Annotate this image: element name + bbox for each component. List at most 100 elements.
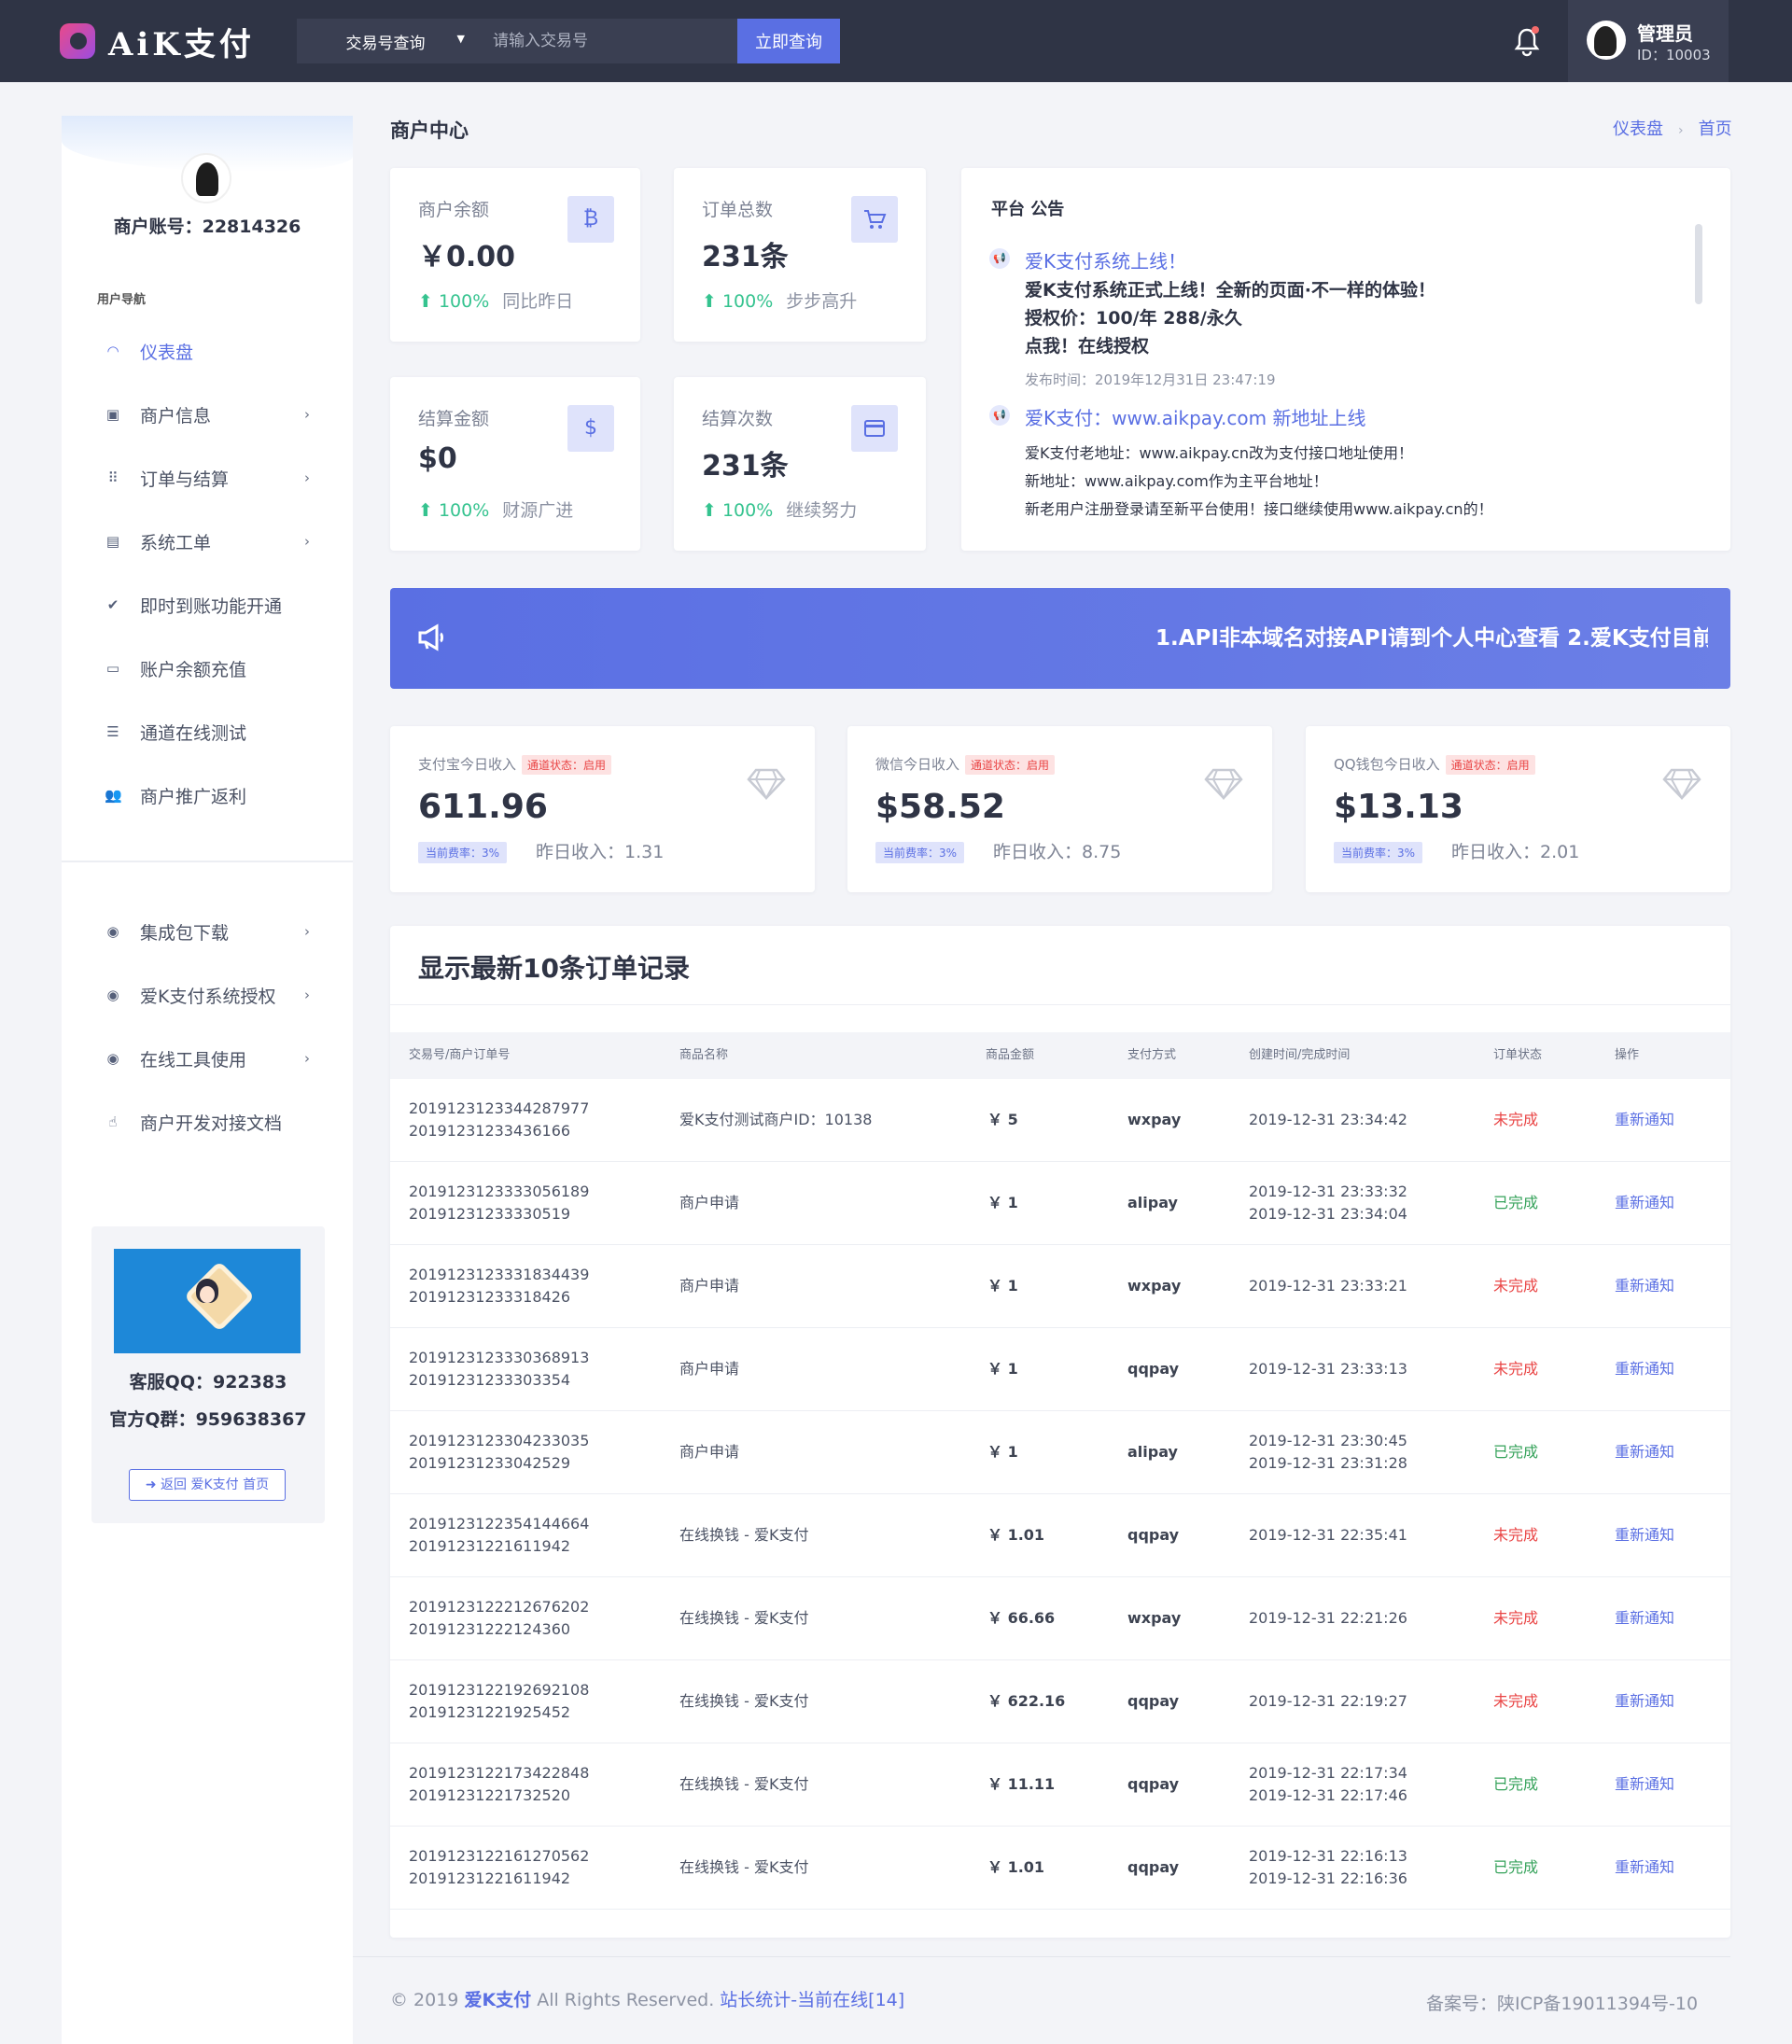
logo-text: AiK支付 bbox=[108, 25, 255, 63]
column-header-amount: 商品金额 bbox=[986, 1048, 1035, 1062]
channel-status-badge: 通道状态：启用 bbox=[965, 755, 1056, 775]
stat-note: 步步高升 bbox=[786, 291, 858, 312]
renotify-link[interactable]: 重新通知 bbox=[1615, 1275, 1674, 1297]
sidebar-item-label: 集成包下载 bbox=[140, 922, 230, 944]
breadcrumb: 仪表盘 › 首页 bbox=[1613, 116, 1732, 140]
sidebar-item[interactable]: ☰ 通道在线测试 bbox=[62, 704, 353, 760]
circle-dot-icon: ◉ bbox=[106, 923, 119, 940]
payment-method: wxpay bbox=[1127, 1277, 1182, 1295]
renotify-link[interactable]: 重新通知 bbox=[1615, 1690, 1674, 1713]
trade-number-cell: 2019123123344287977 20191231233436166 bbox=[409, 1098, 589, 1142]
renotify-link[interactable]: 重新通知 bbox=[1615, 1773, 1674, 1796]
search-button[interactable]: 立即查询 bbox=[737, 19, 840, 63]
income-value: 611.96 bbox=[418, 788, 548, 826]
sidebar-item[interactable]: ▣ 商户信息 › bbox=[62, 386, 353, 442]
notice-marquee-text: 1.API非本域名对接API请到个人中心查看 2.爱K支付目前是 bbox=[1155, 626, 1708, 651]
sidebar-item[interactable]: ◉ 在线工具使用 › bbox=[62, 1030, 353, 1086]
search-input[interactable] bbox=[474, 19, 728, 63]
time-cell: 2019-12-31 23:33:21 bbox=[1249, 1275, 1407, 1297]
sidebar-item[interactable]: ☝ 商户开发对接文档 bbox=[62, 1094, 353, 1150]
column-header-status: 订单状态 bbox=[1493, 1048, 1543, 1062]
nav-title: 用户导航 bbox=[97, 293, 147, 307]
sidebar-item-label: 订单与结算 bbox=[140, 469, 230, 490]
finished-time: 2019-12-31 22:17:46 bbox=[1249, 1786, 1407, 1804]
renotify-link[interactable]: 重新通知 bbox=[1615, 1607, 1674, 1630]
created-time: 2019-12-31 22:16:13 bbox=[1249, 1847, 1407, 1865]
footer-icp[interactable]: 备案号：陕ICP备19011394号-10 bbox=[1426, 1990, 1698, 2015]
merchant-order-number: 20191231221611942 bbox=[409, 1537, 571, 1555]
announcement-1-title[interactable]: 爱K支付系统上线！ bbox=[1025, 246, 1186, 273]
sidebar-item[interactable]: 👥 商户推广返利 bbox=[62, 767, 353, 823]
created-time: 2019-12-31 22:17:34 bbox=[1249, 1764, 1407, 1782]
sidebar-item-label: 即时到账功能开通 bbox=[140, 595, 283, 617]
trade-number-cell: 2019123122192692108 20191231221925452 bbox=[409, 1679, 589, 1724]
chevron-right-icon: › bbox=[304, 1050, 310, 1067]
announcement-2-title[interactable]: 爱K支付：www.aikpay.com 新地址上线 bbox=[1025, 403, 1365, 430]
bitcoin-icon: ₿ bbox=[567, 196, 614, 243]
product-amount: ￥ 1.01 bbox=[987, 1526, 1045, 1544]
merchant-avatar bbox=[181, 153, 231, 203]
search-type-select[interactable]: 交易号查询 ▼ bbox=[297, 19, 474, 63]
table-row: 2019123123333056189 20191231233330519 商户申请… bbox=[390, 1162, 1730, 1245]
bell-icon[interactable] bbox=[1512, 26, 1542, 58]
announcement-scrollbar[interactable] bbox=[1695, 224, 1702, 304]
stat-trend: ⬆ 100% 同比昨日 bbox=[418, 287, 573, 313]
order-status: 已完成 bbox=[1493, 1775, 1539, 1793]
order-status: 已完成 bbox=[1493, 1858, 1539, 1876]
product-amount: ￥ 66.66 bbox=[987, 1609, 1056, 1627]
renotify-link[interactable]: 重新通知 bbox=[1615, 1524, 1674, 1547]
stat-trend-value: 100% bbox=[721, 291, 774, 312]
merchant-order-number: 20191231233330519 bbox=[409, 1205, 571, 1223]
sidebar-item[interactable]: ▤ 系统工单 › bbox=[62, 513, 353, 569]
chevron-right-icon: › bbox=[304, 923, 310, 940]
footer-brand-link[interactable]: 爱K支付 bbox=[464, 1990, 531, 2010]
notice-banner: 1.API非本域名对接API请到个人中心查看 2.爱K支付目前是 bbox=[390, 588, 1730, 689]
renotify-link[interactable]: 重新通知 bbox=[1615, 1192, 1674, 1214]
card-icon bbox=[851, 405, 898, 452]
renotify-link[interactable]: 重新通知 bbox=[1615, 1856, 1674, 1879]
renotify-link[interactable]: 重新通知 bbox=[1615, 1441, 1674, 1463]
sidebar-item[interactable]: ◠ 仪表盘 bbox=[62, 323, 353, 379]
announcement-title: 平台 公告 bbox=[991, 200, 1065, 219]
sidebar-item[interactable]: ⠿ 订单与结算 › bbox=[62, 450, 353, 506]
chevron-right-icon: › bbox=[304, 406, 310, 423]
table-row: 2019123122161270562 20191231221611942 在线换钱… bbox=[390, 1827, 1730, 1910]
sidebar-item[interactable]: ◉ 爱K支付系统授权 › bbox=[62, 967, 353, 1023]
sidebar-item[interactable]: ◉ 集成包下载 › bbox=[62, 903, 353, 959]
trade-number: 2019123123331834439 bbox=[409, 1266, 590, 1283]
sidebar-item[interactable]: ✔ 即时到账功能开通 bbox=[62, 577, 353, 633]
check-circle-icon: ✔ bbox=[106, 596, 119, 613]
column-header-action: 操作 bbox=[1615, 1048, 1640, 1062]
footer-copyright: © 2019 爱K支付 All Rights Reserved. 站长统计-当前… bbox=[390, 1986, 904, 2011]
breadcrumb-dashboard[interactable]: 仪表盘 bbox=[1613, 119, 1663, 139]
user-menu[interactable]: 管理员 ID：10003 bbox=[1568, 0, 1729, 82]
logo[interactable]: AiK支付 bbox=[60, 21, 255, 63]
sidebar-item-label: 商户开发对接文档 bbox=[140, 1113, 283, 1134]
income-label-text: QQ钱包今日收入 bbox=[1334, 756, 1440, 773]
top-bar: AiK支付 交易号查询 ▼ 立即查询 管理员 ID：10003 bbox=[0, 0, 1792, 82]
merchant-order-number: 20191231233303354 bbox=[409, 1371, 571, 1389]
finished-time: 2019-12-31 23:34:04 bbox=[1249, 1205, 1407, 1223]
search-box: 交易号查询 ▼ 立即查询 bbox=[297, 19, 840, 63]
breadcrumb-home[interactable]: 首页 bbox=[1699, 119, 1732, 139]
trade-number-cell: 2019123122354144664 20191231221611942 bbox=[409, 1513, 589, 1558]
merchant-order-number: 20191231222124360 bbox=[409, 1620, 571, 1638]
back-home-button[interactable]: ➜ 返回 爱K支付 首页 bbox=[129, 1469, 286, 1501]
megaphone-icon bbox=[416, 623, 448, 651]
income-label: 微信今日收入 通道状态：启用 bbox=[875, 754, 1056, 775]
support-agent-icon bbox=[194, 1279, 220, 1320]
product-name: 在线换钱 - 爱K支付 bbox=[679, 1775, 809, 1793]
user-avatar bbox=[1587, 21, 1626, 60]
renotify-link[interactable]: 重新通知 bbox=[1615, 1358, 1674, 1380]
merchant-order-number: 20191231221611942 bbox=[409, 1869, 571, 1887]
support-image bbox=[114, 1249, 301, 1353]
renotify-link[interactable]: 重新通知 bbox=[1615, 1109, 1674, 1131]
finished-time: 2019-12-31 23:31:28 bbox=[1249, 1454, 1407, 1472]
announcement-1-link[interactable]: 点我！在线授权 bbox=[1025, 332, 1149, 357]
sidebar-item[interactable]: ▭ 账户余额充值 bbox=[62, 640, 353, 696]
announcement-1-time: 发布时间：2019年12月31日 23:47:19 bbox=[1025, 371, 1276, 388]
product-name: 商户申请 bbox=[679, 1443, 740, 1461]
stat-card-settlement-count: 结算次数 231条 ⬆ 100% 继续努力 bbox=[674, 377, 926, 551]
chevron-right-icon: › bbox=[304, 469, 310, 486]
footer-stats-link[interactable]: 站长统计-当前在线[14] bbox=[720, 1990, 904, 2010]
